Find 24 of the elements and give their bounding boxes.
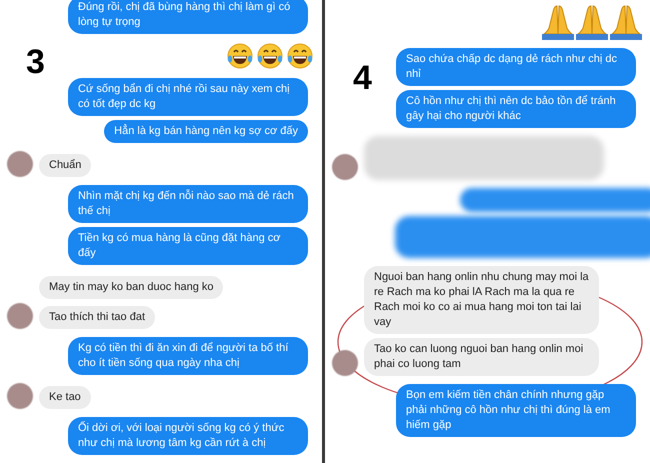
sent-message-bubble: Ối dời ơi, với loại người sống kg có ý thức như chị mà lương tâm kg cần rứt à chị [68, 417, 308, 455]
sent-message-bubble: Tiền kg có mua hàng là cũng đặt hàng cơ đấy [68, 227, 308, 265]
sent-message-bubble: Cô hồn như chị thì nên dc bảo tồn để tránh gây hại cho người khác [396, 90, 636, 128]
praying-hands-icon [576, 4, 608, 40]
received-message-bubble: Tao thích thi tao đat [39, 306, 156, 329]
received-message-bubble: Chuẩn [39, 154, 92, 177]
sent-message-bubble: Bọn em kiếm tiền chân chính nhưng gặp phải những cô hồn như chị thì đúng là em hiếm gặp [396, 384, 636, 437]
sent-message-bubble: Nhìn mặt chị kg đến nỗi nào sao mà dẻ rách thế chị [68, 185, 308, 223]
received-message-bubble: Nguoi ban hang onlin nhu chung may moi la re Rach ma ko phai lA Rach ma la qua re Rach moi ko co ai mua hang moi ton tai lai vay [364, 266, 599, 334]
laughing-face-icon [286, 42, 314, 70]
sent-message-bubble: Cứ sống bẩn đi chị nhé rồi sau này xem chị có tốt đẹp dc kg [68, 78, 308, 116]
screenshot-number: 3 [26, 44, 45, 80]
sent-message-bubble: Kg có tiền thì đi ăn xin đi để người ta bố thí cho ít tiền sống qua ngày nha chị [68, 337, 308, 375]
sent-message-bubble: Sao chứa chấp dc dạng dẻ rách như chị dc nhỉ [396, 48, 636, 86]
laughing-face-icon [256, 42, 284, 70]
received-message-bubble: Ke tao [39, 386, 91, 409]
screenshot-number: 4 [353, 60, 372, 96]
sent-message-bubble: Đúng rồi, chị đã bùng hàng thì chị làm gì có lòng tự trọng [68, 0, 308, 34]
praying-hands-icon [542, 4, 574, 40]
laughing-face-icon [226, 42, 254, 70]
received-message-bubble: May tin may ko ban duoc hang ko [39, 276, 224, 299]
received-message-bubble: Tao ko can luong nguoi ban hang onlin moi phai co luong tam [364, 338, 599, 376]
sent-message-bubble: Hẳn là kg bán hàng nên kg sợ cơ đấy [104, 120, 308, 143]
praying-hands-icon [610, 4, 642, 40]
